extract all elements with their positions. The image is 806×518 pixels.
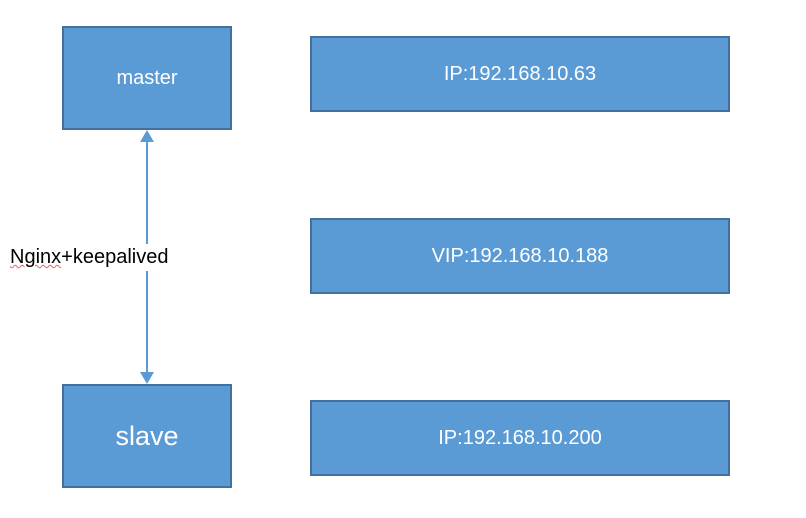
node-slave: slave	[62, 384, 232, 488]
node-slave-label: slave	[115, 421, 178, 452]
node-vip-label: VIP:192.168.10.188	[432, 245, 609, 268]
node-ip-master-label: IP:192.168.10.63	[444, 63, 596, 86]
node-master-label: master	[116, 67, 177, 90]
arrowhead-down-icon	[140, 372, 154, 384]
node-master: master	[62, 26, 232, 130]
node-ip-slave: IP:192.168.10.200	[310, 400, 730, 476]
node-ip-master: IP:192.168.10.63	[310, 36, 730, 112]
edge-label-nginx: Nginx	[10, 246, 61, 268]
edge-label: Nginx+keepalived	[10, 244, 230, 271]
node-vip: VIP:192.168.10.188	[310, 218, 730, 294]
edge-label-rest: +keepalived	[61, 246, 168, 268]
node-ip-slave-label: IP:192.168.10.200	[438, 427, 601, 450]
